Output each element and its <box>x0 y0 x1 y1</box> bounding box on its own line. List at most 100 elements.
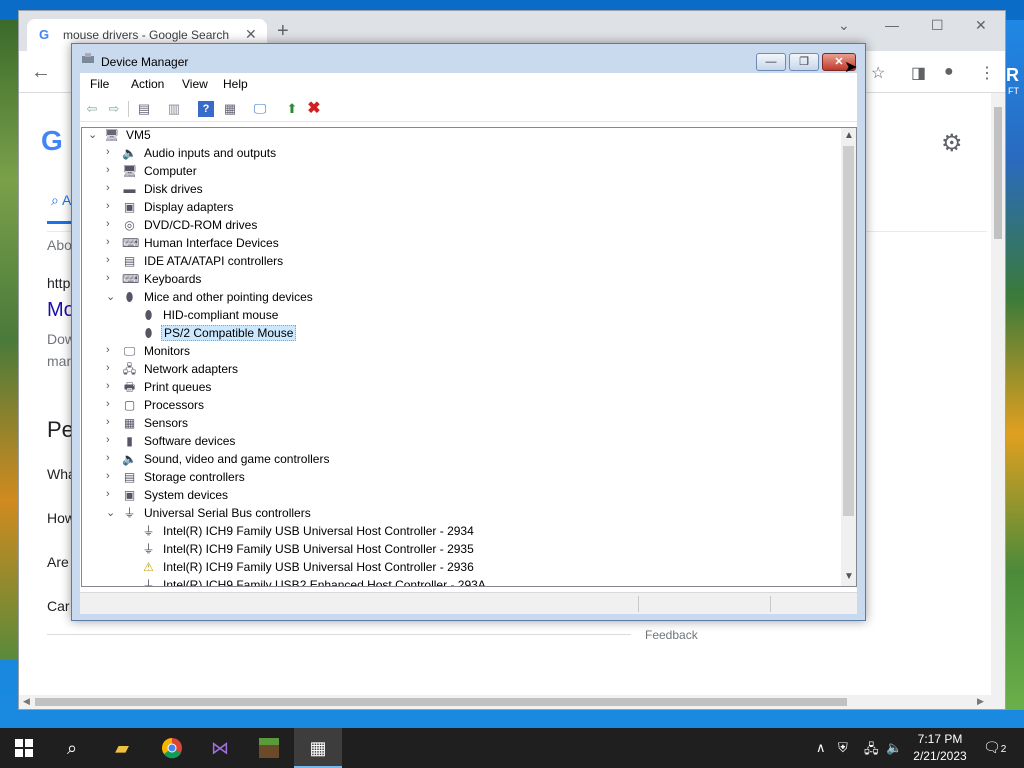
tree-category[interactable]: › ▤ IDE ATA/ATAPI controllers <box>82 252 822 270</box>
new-tab-button[interactable]: + <box>277 21 289 41</box>
show-hide-tree-icon[interactable]: ▤ <box>136 101 152 117</box>
expand-chevron-icon[interactable]: › <box>106 218 116 230</box>
tree-category[interactable]: › ▦ Sensors <box>82 414 822 432</box>
clock-date[interactable]: 2/21/2023 <box>902 749 978 763</box>
google-logo[interactable]: G <box>41 125 63 157</box>
tree-category[interactable]: › ▮ Software devices <box>82 432 822 450</box>
chevron-up-icon[interactable]: ∧ <box>816 740 826 756</box>
network-icon[interactable]: 🖧 <box>864 740 879 762</box>
bookmark-star-icon[interactable]: ☆ <box>871 63 885 83</box>
page-horizontal-scrollbar[interactable]: ◀ ▶ <box>19 695 1005 709</box>
volume-icon[interactable]: 🔈 <box>886 740 902 756</box>
expand-chevron-icon[interactable]: › <box>106 182 116 194</box>
expand-chevron-icon[interactable]: › <box>106 398 116 410</box>
all-tab[interactable]: ⌕ A <box>51 192 71 209</box>
back-icon[interactable]: ⇦ <box>84 101 100 117</box>
menu-action[interactable]: Action <box>131 77 164 91</box>
question-3[interactable]: Are <box>47 554 69 570</box>
menu-view[interactable]: View <box>182 77 208 91</box>
collapse-chevron-icon[interactable]: ⌄ <box>88 128 98 141</box>
tree-category[interactable]: › ▤ Storage controllers <box>82 468 822 486</box>
scrollbar-thumb[interactable] <box>35 698 847 706</box>
chrome-minimize-button[interactable]: — <box>885 17 899 33</box>
security-warning-icon[interactable]: ⛨ <box>838 740 848 756</box>
scan-hardware-icon[interactable]: 🖵 <box>252 101 268 117</box>
expand-chevron-icon[interactable]: › <box>106 344 116 356</box>
scroll-right-arrow-icon[interactable]: ▶ <box>977 696 984 707</box>
visual-studio-button[interactable]: ⋈ <box>196 728 244 768</box>
scroll-left-arrow-icon[interactable]: ◀ <box>23 696 30 707</box>
minimize-button[interactable]: — <box>756 53 786 71</box>
view-icon[interactable]: ▦ <box>222 101 238 117</box>
menu-help[interactable]: Help <box>223 77 248 91</box>
chrome-close-button[interactable]: ✕ <box>975 17 987 34</box>
expand-chevron-icon[interactable]: › <box>106 470 116 482</box>
clock-time[interactable]: 7:17 PM <box>915 732 965 746</box>
device-manager-taskbar-button[interactable]: ▦ <box>294 728 342 768</box>
update-driver-icon[interactable]: ⬆ <box>284 101 300 117</box>
chrome-button[interactable] <box>148 728 196 768</box>
tree-category[interactable]: ⌄ ⏚ Universal Serial Bus controllers <box>82 504 822 522</box>
minecraft-button[interactable] <box>245 728 293 768</box>
device-tree[interactable]: ⌄ 🖥 VM5 › 🔈 Audio inputs and outputs › 🖥 Comp… <box>81 127 841 587</box>
tree-category[interactable]: › ▣ Display adapters <box>82 198 822 216</box>
tree-vertical-scrollbar[interactable]: ▲ ▼ <box>841 127 857 587</box>
back-arrow-icon[interactable]: ← <box>31 61 51 84</box>
expand-chevron-icon[interactable]: › <box>106 236 116 248</box>
more-menu-icon[interactable]: ⋮ <box>979 63 995 83</box>
expand-chevron-icon[interactable]: › <box>106 272 116 284</box>
expand-chevron-icon[interactable]: › <box>106 434 116 446</box>
collapse-chevron-icon[interactable]: ⌄ <box>106 290 116 303</box>
search-button[interactable]: ⌕ <box>48 728 96 768</box>
profile-avatar-icon[interactable]: ● <box>944 63 954 81</box>
expand-chevron-icon[interactable]: › <box>106 488 116 500</box>
restore-button[interactable]: ❐ <box>789 53 819 71</box>
tree-device[interactable]: ⏚ Intel(R) ICH9 Family USB Universal Host… <box>82 522 822 540</box>
expand-chevron-icon[interactable]: › <box>106 164 116 176</box>
properties-icon[interactable]: ▥ <box>166 101 182 117</box>
scrollbar-thumb[interactable] <box>843 146 854 516</box>
chrome-maximize-button[interactable]: ☐ <box>931 17 944 34</box>
tab-close-icon[interactable]: ✕ <box>245 26 257 43</box>
tree-category[interactable]: › ▬ Disk drives <box>82 180 822 198</box>
tree-category[interactable]: › 🔈 Audio inputs and outputs <box>82 144 822 162</box>
tree-category[interactable]: › ▣ System devices <box>82 486 822 504</box>
expand-chevron-icon[interactable]: › <box>106 254 116 266</box>
help-icon[interactable]: ? <box>198 101 214 117</box>
title-bar[interactable]: Device Manager — ❐ ✕ ➤ <box>72 44 865 76</box>
page-vertical-scrollbar[interactable] <box>991 93 1005 695</box>
tree-device[interactable]: ⚠ Intel(R) ICH9 Family USB Universal Host… <box>82 558 822 576</box>
scroll-up-arrow-icon[interactable]: ▲ <box>844 130 854 141</box>
tree-category[interactable]: › ⌨ Human Interface Devices <box>82 234 822 252</box>
tree-category[interactable]: ⌄ ⬮ Mice and other pointing devices <box>82 288 822 306</box>
file-explorer-button[interactable]: ▰ <box>98 728 146 768</box>
expand-chevron-icon[interactable]: › <box>106 362 116 374</box>
tab-search-icon[interactable]: ⌄ <box>838 17 850 34</box>
tree-category[interactable]: › ◎ DVD/CD-ROM drives <box>82 216 822 234</box>
uninstall-device-icon[interactable]: ✖ <box>306 101 322 117</box>
question-4[interactable]: Car <box>47 598 70 614</box>
expand-chevron-icon[interactable]: › <box>106 200 116 212</box>
tree-category[interactable]: › ▢ Processors <box>82 396 822 414</box>
tree-category[interactable]: › 🖵 Monitors <box>82 342 822 360</box>
notification-center-icon[interactable]: 🗨2 <box>983 739 1006 756</box>
expand-chevron-icon[interactable]: › <box>106 416 116 428</box>
side-panel-icon[interactable]: ◨ <box>911 63 926 83</box>
scroll-down-arrow-icon[interactable]: ▼ <box>844 571 854 582</box>
feedback-link[interactable]: Feedback <box>645 628 698 642</box>
forward-icon[interactable]: ⇨ <box>106 101 122 117</box>
tree-category[interactable]: › 🖥 Computer <box>82 162 822 180</box>
tree-category[interactable]: › 🔈 Sound, video and game controllers <box>82 450 822 468</box>
start-button[interactable] <box>0 728 48 768</box>
collapse-chevron-icon[interactable]: ⌄ <box>106 506 116 519</box>
scrollbar-thumb[interactable] <box>994 107 1002 239</box>
tree-category[interactable]: › 🖧 Network adapters <box>82 360 822 378</box>
result-url[interactable]: http <box>47 275 70 291</box>
tree-device[interactable]: ⬮ HID-compliant mouse <box>82 306 822 324</box>
expand-chevron-icon[interactable]: › <box>106 146 116 158</box>
tree-category[interactable]: › ⌨ Keyboards <box>82 270 822 288</box>
expand-chevron-icon[interactable]: › <box>106 380 116 392</box>
tree-device[interactable]: ⏚ Intel(R) ICH9 Family USB Universal Host… <box>82 540 822 558</box>
tree-device[interactable]: ⏚ Intel(R) ICH9 Family USB2 Enhanced Host… <box>82 576 822 586</box>
tree-device[interactable]: ⬮ PS/2 Compatible Mouse <box>82 324 822 342</box>
